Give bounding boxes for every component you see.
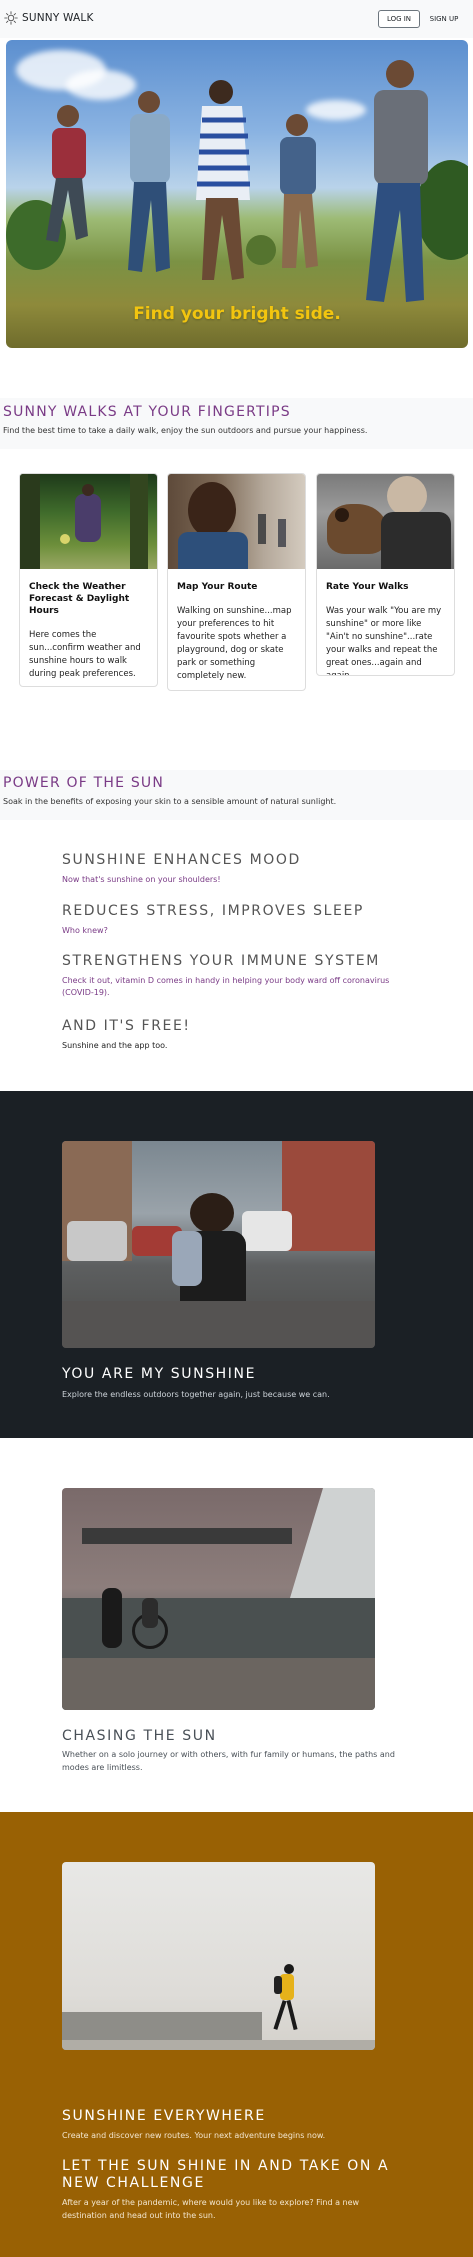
signup-button[interactable]: SIGN UP [423,10,465,28]
hiker-image [62,1862,375,2050]
dog-owner-image [317,474,454,569]
navbar: SUNNY WALK LOG IN SIGN UP [0,0,473,38]
feature-sunshine: YOU ARE MY SUNSHINE Explore the endless … [0,1091,473,1438]
benefit-title: AND IT'S FREE! [62,1018,191,1034]
benefit-text: Now that's sunshine on your shoulders! [62,875,221,884]
smiling-man-image [168,474,305,569]
card-title: Rate Your Walks [326,582,409,592]
sun-icon [4,11,18,25]
feature-title: YOU ARE MY SUNSHINE [62,1366,257,1382]
feature-title: SUNSHINE EVERYWHERE [62,2108,266,2124]
feature-everywhere: SUNSHINE EVERYWHERE Create and discover … [0,1812,473,2257]
challenge-text: After a year of the pandemic, where woul… [62,2198,360,2220]
feature-text: Explore the endless outdoors together ag… [62,1390,330,1399]
fingertips-title: SUNNY WALKS AT YOUR FINGERTIPS [3,404,291,420]
login-button[interactable]: LOG IN [378,10,420,28]
benefit-text: Who knew? [62,926,108,935]
forest-walk-image [20,474,157,569]
card-text: Here comes the sun...confirm weather and… [29,630,141,679]
card-weather[interactable]: Check the Weather Forecast & Daylight Ho… [19,473,158,687]
feature-title: CHASING THE SUN [62,1728,217,1744]
fingertips-subtitle: Find the best time to take a daily walk,… [3,426,368,435]
challenge-title: LET THE SUN SHINE IN AND TAKE ON A NEW C… [62,2158,390,2191]
card-title: Map Your Route [177,582,258,592]
benefit-title: REDUCES STRESS, IMPROVES SLEEP [62,903,364,919]
feature-text: Create and discover new routes. Your nex… [62,2131,326,2140]
hero-caption: Find your bright side. [133,304,341,324]
card-text: Walking on sunshine...map your preferenc… [177,606,292,681]
feature-chasing: CHASING THE SUN Whether on a solo journe… [0,1440,473,1812]
benefit-immune: STRENGTHENS YOUR IMMUNE SYSTEM Check it … [62,953,402,999]
benefit-title: STRENGTHENS YOUR IMMUNE SYSTEM [62,953,380,969]
wheelchair-walk-image [62,1488,375,1710]
feature-text: Whether on a solo journey or with others… [62,1750,395,1772]
mother-child-image [62,1141,375,1348]
card-text: Was your walk "You are my sunshine" or m… [326,606,442,676]
card-title: Check the Weather Forecast & Daylight Ho… [29,582,130,616]
card-rate[interactable]: Rate Your Walks Was your walk "You are m… [316,473,455,676]
benefit-text: Check it out, vitamin D comes in handy i… [62,976,390,997]
benefit-text: Sunshine and the app too. [62,1041,168,1050]
hero-image: Find your bright side. [6,40,468,348]
benefit-mood: SUNSHINE ENHANCES MOOD Now that's sunshi… [62,852,402,886]
fingertips-banner: SUNNY WALKS AT YOUR FINGERTIPS Find the … [0,398,473,449]
brand[interactable]: SUNNY WALK [4,11,94,25]
power-title: POWER OF THE SUN [3,775,165,791]
benefit-title: SUNSHINE ENHANCES MOOD [62,852,301,868]
benefit-free: AND IT'S FREE! Sunshine and the app too. [62,1018,402,1052]
card-route[interactable]: Map Your Route Walking on sunshine...map… [167,473,306,691]
power-subtitle: Soak in the benefits of exposing your sk… [3,797,337,806]
brand-name: SUNNY WALK [22,12,94,24]
power-banner: POWER OF THE SUN Soak in the benefits of… [0,770,473,820]
benefit-sleep: REDUCES STRESS, IMPROVES SLEEP Who knew? [62,903,402,937]
